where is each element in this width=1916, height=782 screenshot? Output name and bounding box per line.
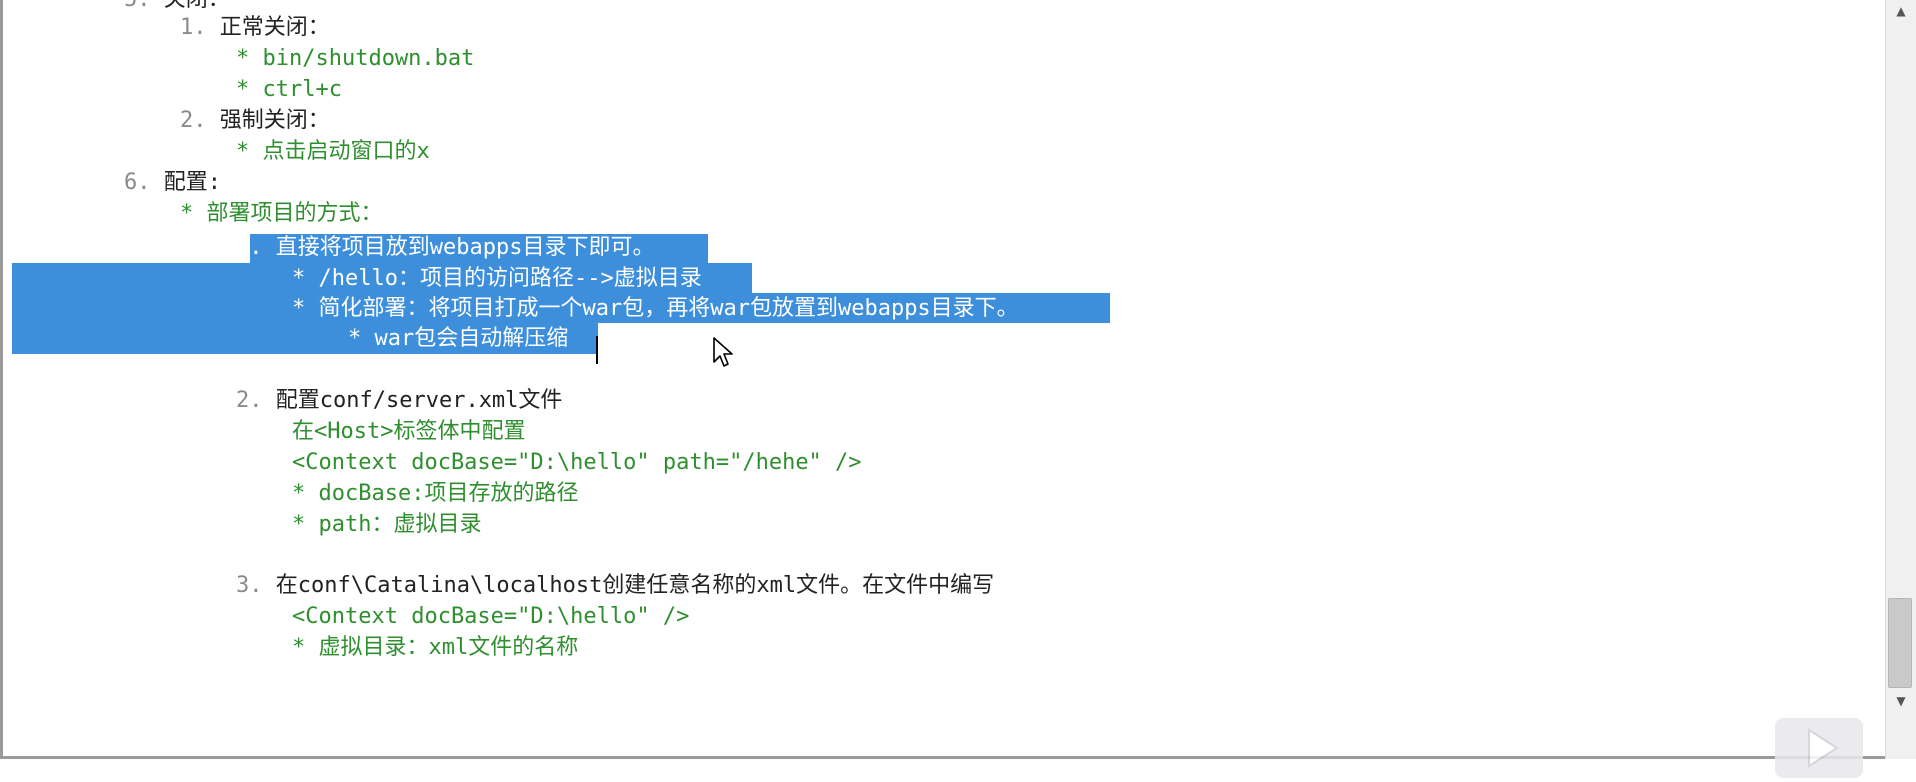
text-caret [596, 336, 598, 364]
code-line: * path：虚拟目录 [292, 512, 482, 537]
code-line: 2. 配置conf/server.xml文件 [236, 388, 563, 413]
play-icon [1808, 728, 1839, 768]
play-button[interactable] [1775, 718, 1863, 778]
code-line: * ctrl+c [236, 77, 342, 102]
code-line-selected: * war包会自动解压缩 [348, 326, 569, 351]
scroll-up-arrow-icon[interactable]: ▲ [1886, 0, 1916, 22]
code-line: * bin/shutdown.bat [236, 46, 475, 71]
code-line: 2. 强制关闭： [180, 108, 330, 133]
code-line: * 点击启动窗口的x [236, 139, 430, 164]
code-line: 6. 配置: [124, 170, 221, 195]
mouse-pointer-icon [713, 337, 733, 367]
code-line-selected: * 简化部署：将项目打成一个war包，再将war包放置到webapps目录下。 [292, 296, 1019, 321]
code-line: * docBase:项目存放的路径 [292, 481, 579, 506]
code-line: <Context docBase="D:\hello" path="/hehe"… [292, 450, 862, 475]
code-line: * 部署项目的方式： [180, 201, 383, 226]
code-line: * 虚拟目录：xml文件的名称 [292, 635, 579, 660]
code-line: <Context docBase="D:\hello" /> [292, 604, 690, 629]
code-line: 1. 正常关闭： [180, 15, 330, 40]
scroll-down-arrow-icon[interactable]: ▼ [1886, 690, 1916, 712]
scrollbar-thumb[interactable] [1888, 598, 1912, 688]
code-line: 3. 在conf\Catalina\localhost创建任意名称的xml文件。… [236, 573, 995, 598]
code-line-selected: 1. 直接将项目放到webapps目录下即可。 [236, 235, 655, 260]
code-line: 在<Host>标签体中配置 [292, 419, 526, 444]
code-line-selected: * /hello：项目的访问路径-->虚拟目录 [292, 266, 702, 291]
